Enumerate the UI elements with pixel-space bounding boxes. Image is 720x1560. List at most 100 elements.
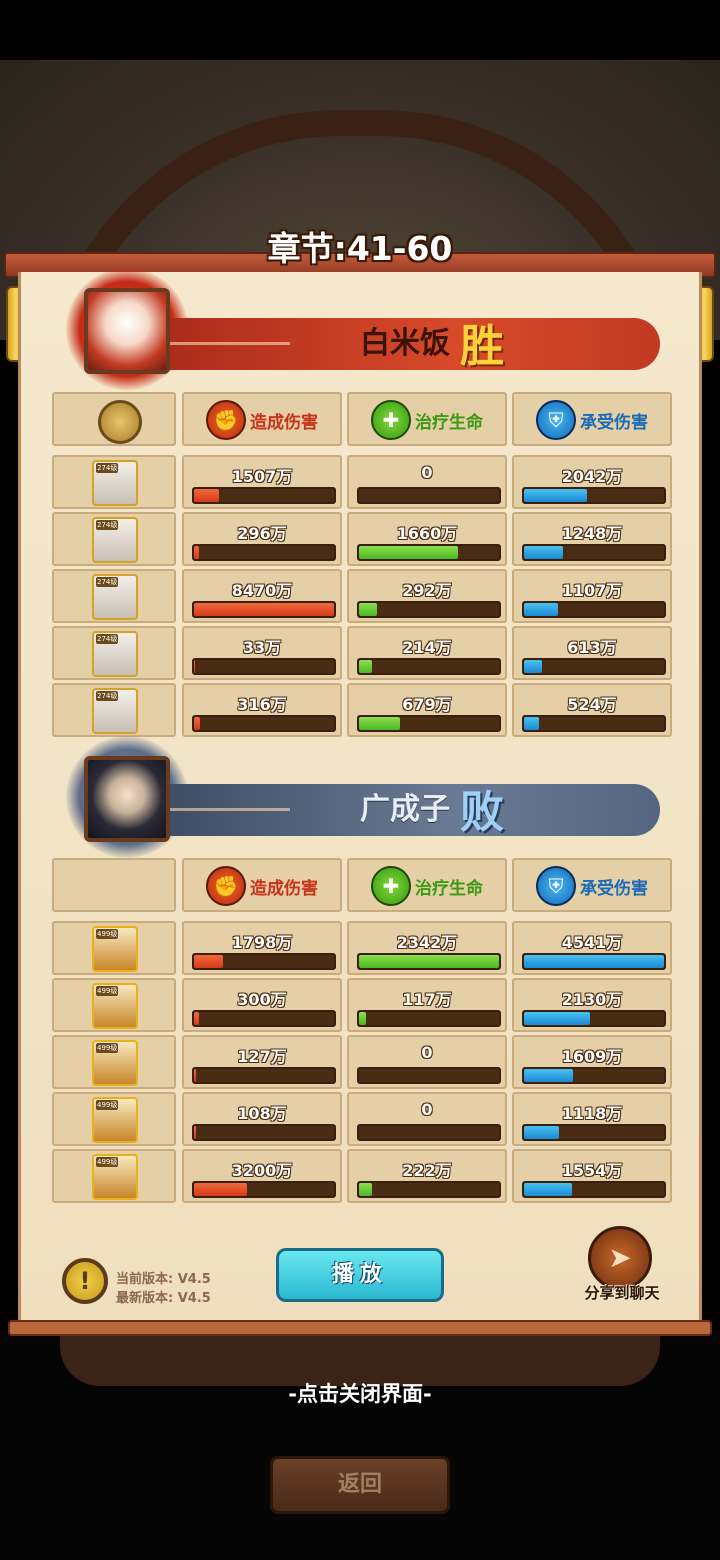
back-button[interactable]: 返回 — [270, 1456, 450, 1514]
stat-bar-heal — [357, 715, 501, 732]
hero-level: 274级 — [96, 520, 119, 530]
stat-value-taken: 524万 — [567, 695, 617, 714]
stat-bar-fill — [524, 603, 558, 616]
stat-bar-fill — [524, 1012, 590, 1025]
hero-level: 499级 — [96, 1100, 119, 1110]
stat-bar-heal — [357, 1181, 501, 1198]
header-hero — [52, 858, 176, 912]
stat-cell-heal: 0 — [347, 1092, 507, 1146]
close-hint[interactable]: -点击关闭界面- — [0, 1378, 720, 1408]
stat-value-damage: 33万 — [242, 638, 282, 657]
stat-bar-taken — [522, 1124, 666, 1141]
stat-value-damage: 3200万 — [231, 1161, 293, 1180]
stat-bar-fill — [194, 660, 196, 673]
hero-portrait-icon[interactable]: 274级 — [92, 460, 138, 506]
stat-value-heal: 222万 — [402, 1161, 452, 1180]
hero-level: 499级 — [96, 1043, 119, 1053]
stat-bar-fill — [194, 546, 199, 559]
hero-portrait-icon[interactable]: 274级 — [92, 574, 138, 620]
stat-bar-heal — [357, 1010, 501, 1027]
stat-bar-damage — [192, 601, 336, 618]
share-to-chat-button[interactable]: 分享到聊天 — [570, 1282, 674, 1303]
play-button[interactable]: 播放 — [276, 1248, 444, 1302]
hero-portrait-icon[interactable]: 499级 — [92, 926, 138, 972]
hero-cell: 499级 — [52, 1149, 176, 1203]
stat-cell-damage: 300万 — [182, 978, 342, 1032]
hero-level: 499级 — [96, 929, 119, 939]
stat-bar-fill — [194, 1069, 197, 1082]
stat-cell-taken: 1554万 — [512, 1149, 672, 1203]
hero-cell: 274级 — [52, 683, 176, 737]
header-label: 承受伤害 — [580, 879, 648, 899]
hero-portrait-icon[interactable]: 274级 — [92, 631, 138, 677]
team-win-banner: 白米饭 胜 — [150, 318, 660, 372]
stat-bar-taken — [522, 1181, 666, 1198]
hero-portrait-icon[interactable]: 499级 — [92, 983, 138, 1029]
header-label: 治疗生命 — [415, 879, 483, 899]
heal-heart-icon: ✚ — [371, 400, 411, 440]
stat-cell-heal: 2342万 — [347, 921, 507, 975]
stat-cell-damage: 296万 — [182, 512, 342, 566]
hero-portrait-icon[interactable]: 274级 — [92, 517, 138, 563]
stat-bar-damage — [192, 953, 336, 970]
stat-bar-damage — [192, 487, 336, 504]
stat-cell-damage: 127万 — [182, 1035, 342, 1089]
stat-bar-heal — [357, 658, 501, 675]
hero-portrait-icon[interactable]: 499级 — [92, 1097, 138, 1143]
stat-bar-damage — [192, 658, 336, 675]
stat-value-damage: 1798万 — [231, 933, 293, 952]
stat-value-taken: 2042万 — [561, 467, 623, 486]
hero-cell: 274级 — [52, 455, 176, 509]
stat-cell-taken: 613万 — [512, 626, 672, 680]
stat-cell-damage: 108万 — [182, 1092, 342, 1146]
stat-cell-heal: 222万 — [347, 1149, 507, 1203]
stat-bar-damage — [192, 1124, 336, 1141]
stat-bar-fill — [524, 1183, 572, 1196]
hero-cell: 499级 — [52, 1092, 176, 1146]
team-win-avatar — [84, 288, 170, 374]
header-damage: ✊ 造成伤害 — [182, 858, 342, 912]
paper-plane-icon[interactable]: ➤ — [588, 1226, 652, 1290]
stat-value-taken: 1118万 — [561, 1104, 623, 1123]
stat-cell-damage: 3200万 — [182, 1149, 342, 1203]
stat-bar-heal — [357, 601, 501, 618]
shield-icon: ⛨ — [536, 866, 576, 906]
chapter-title: 章节:41-60 — [267, 229, 453, 268]
stat-bar-damage — [192, 1067, 336, 1084]
stat-cell-heal: 0 — [347, 455, 507, 509]
stat-value-taken: 613万 — [567, 638, 617, 657]
hero-cell: 274级 — [52, 569, 176, 623]
hero-portrait-icon[interactable]: 499级 — [92, 1154, 138, 1200]
stat-value-taken: 4541万 — [561, 933, 623, 952]
stat-cell-heal: 292万 — [347, 569, 507, 623]
stat-bar-fill — [359, 1012, 366, 1025]
leader-pet-icon — [98, 400, 142, 444]
stat-bar-fill — [359, 603, 378, 616]
stat-value-damage: 127万 — [237, 1047, 287, 1066]
info-icon[interactable]: ! — [62, 1258, 108, 1304]
stat-value-taken: 1248万 — [561, 524, 623, 543]
team-lose-name: 广成子 — [360, 792, 450, 827]
hero-level: 499级 — [96, 1157, 119, 1167]
stat-cell-heal: 214万 — [347, 626, 507, 680]
hero-cell: 499级 — [52, 978, 176, 1032]
stat-bar-heal — [357, 1067, 501, 1084]
stat-bar-taken — [522, 487, 666, 504]
stat-cell-damage: 1798万 — [182, 921, 342, 975]
stat-value-heal: 117万 — [402, 990, 452, 1009]
stat-bar-heal — [357, 1124, 501, 1141]
hero-portrait-icon[interactable]: 499级 — [92, 1040, 138, 1086]
stat-value-taken: 1554万 — [561, 1161, 623, 1180]
header-heal: ✚ 治疗生命 — [347, 858, 507, 912]
hero-cell: 499级 — [52, 1035, 176, 1089]
stat-bar-fill — [194, 955, 224, 968]
stat-value-heal: 292万 — [402, 581, 452, 600]
header-taken: ⛨ 承受伤害 — [512, 392, 672, 446]
damage-icon: ✊ — [206, 400, 246, 440]
hero-cell: 274级 — [52, 626, 176, 680]
stat-cell-heal: 679万 — [347, 683, 507, 737]
hero-portrait-icon[interactable]: 274级 — [92, 688, 138, 734]
stat-bar-fill — [524, 489, 587, 502]
stat-value-heal: 214万 — [402, 638, 452, 657]
stat-cell-taken: 1107万 — [512, 569, 672, 623]
